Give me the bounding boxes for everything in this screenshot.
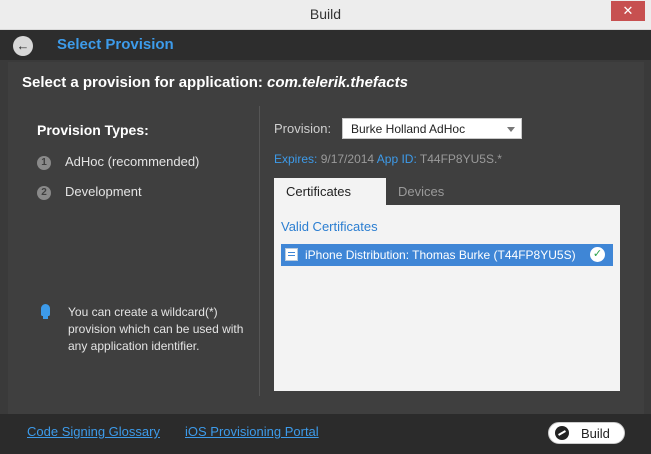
provision-types-label: Provision Types: [37,122,149,138]
step-label: Development [65,184,142,199]
build-label: Build [581,426,610,441]
provision-meta: Expires: 9/17/2014 App ID: T44FP8YU5S.* [274,152,502,166]
chevron-down-icon [507,127,515,132]
step-label: AdHoc (recommended) [65,154,200,169]
expires-label: Expires: [274,152,318,166]
tab-certificates[interactable]: Certificates [274,178,386,205]
step-adhoc[interactable]: 1 AdHoc (recommended) [37,154,199,170]
certificate-name: iPhone Distribution: Thomas Burke (T44FP… [305,248,576,262]
back-arrow-icon[interactable]: ← [13,36,33,56]
provision-types-pane: Provision Types: 1 AdHoc (recommended) 2D… [8,106,258,406]
certificates-panel: Valid Certificates iPhone Distribution: … [274,205,620,391]
title-bar: Build ✕ [0,0,651,30]
tab-devices[interactable]: Devices [386,178,466,205]
provision-label: Provision: [274,121,332,136]
footer: Code Signing Glossary iOS Provisioning P… [0,414,651,454]
step-number-icon: 2 [37,186,51,200]
check-icon: ✓ [590,247,605,262]
provision-selected-value: Burke Holland AdHoc [351,122,466,136]
provision-select[interactable]: Burke Holland AdHoc [342,118,522,139]
appid-label: App ID: [376,152,417,166]
lightbulb-icon [41,304,50,319]
certificate-row[interactable]: iPhone Distribution: Thomas Burke (T44FP… [281,244,613,266]
provision-details-pane: Provision: Burke Holland AdHoc Expires: … [274,106,624,396]
tip-text: You can create a wildcard(*) provision w… [68,305,244,353]
window-title: Build [309,6,342,22]
divider [259,106,260,396]
build-window: Build ✕ ← Select Provision Select a prov… [0,0,651,454]
section-heading: Select a provision for application: com.… [22,74,408,91]
build-button[interactable]: Build [548,422,625,444]
ios-provisioning-portal-link[interactable]: iOS Provisioning Portal [185,424,319,439]
page-title: Select Provision [57,36,174,53]
appid-value: T44FP8YU5S.* [419,152,502,166]
step-development[interactable]: 2 Development [37,184,142,200]
header: ← Select Provision [0,30,651,60]
close-button[interactable]: ✕ [611,1,645,21]
application-id: com.telerik.thefacts [267,74,408,91]
content-panel: Select a provision for application: com.… [8,62,644,414]
code-signing-glossary-link[interactable]: Code Signing Glossary [27,424,160,439]
valid-certificates-label: Valid Certificates [281,219,378,234]
heading-prefix: Select a provision for application: [22,74,268,91]
step-number-icon: 1 [37,156,51,170]
expires-value: 9/17/2014 [320,152,375,166]
build-icon [555,426,569,440]
certificate-icon [285,248,298,261]
